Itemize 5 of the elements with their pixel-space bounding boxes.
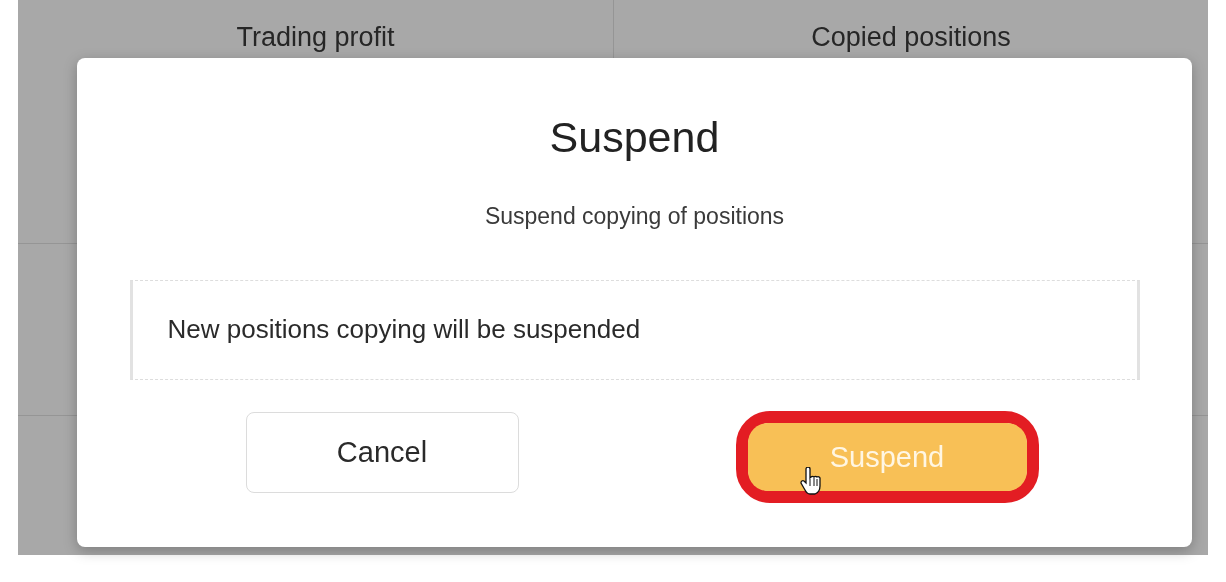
dialog-subtitle: Suspend copying of positions [484,203,785,230]
cancel-button[interactable]: Cancel [245,411,519,493]
dialog-title: Suspend [549,116,720,159]
column-header: Trading profit [235,21,396,54]
info-text: New positions copying will be suspended [167,313,641,345]
